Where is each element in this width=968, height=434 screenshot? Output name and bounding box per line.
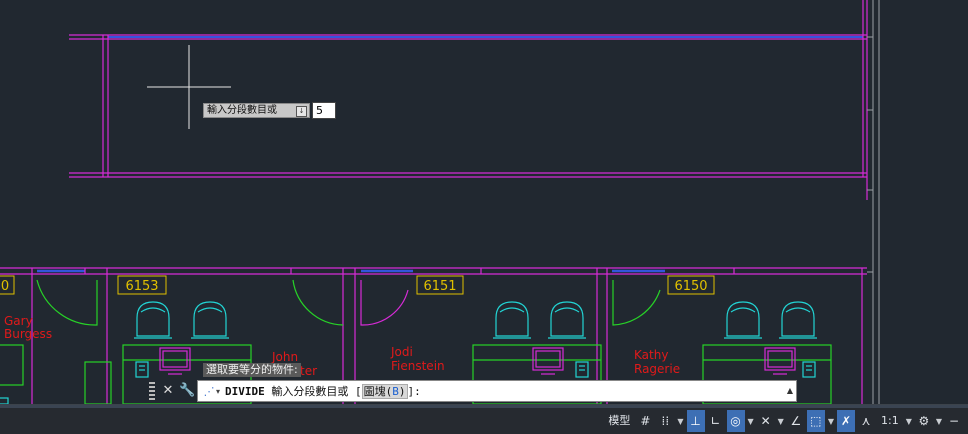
room-number: 6151 <box>423 279 456 294</box>
annotation-scale-button[interactable]: 1:1 <box>877 410 903 432</box>
command-line-grip-icon[interactable] <box>149 382 155 400</box>
grid-icon[interactable]: # <box>636 410 654 432</box>
room-tag-partial: 0 <box>0 275 15 295</box>
chair <box>193 301 227 337</box>
occupant-name: Kathy <box>634 348 668 362</box>
desk <box>0 344 24 386</box>
wall-linework <box>0 0 880 404</box>
door-swing <box>36 279 98 326</box>
chevron-up-icon[interactable]: ▲ <box>786 384 794 398</box>
occupant-name: Jodi <box>390 345 413 359</box>
room-number: 6153 <box>125 279 158 294</box>
room-tag-6150: 6150 <box>667 275 715 295</box>
door-swing <box>292 279 344 326</box>
room-tag-6151: 6151 <box>416 275 464 295</box>
room-tag-6153: 6153 <box>117 275 167 295</box>
status-bar: 模型 # ⁞⁞ ▼ ⊥ ∟ ◎ ▼ ✕ ▼ ∠ ⬚ ▼ ✗ ⋏ 1:1 ▼ ⚙ … <box>0 404 968 434</box>
chair-back <box>554 307 580 313</box>
occupant-name: Ragerie <box>634 362 680 376</box>
chevron-down-icon[interactable]: ▼ <box>677 417 683 426</box>
door-swing <box>612 280 661 326</box>
room-number: 0 <box>1 279 9 294</box>
chevron-down-icon[interactable]: ▼ <box>748 417 754 426</box>
monitor-screen <box>535 350 561 368</box>
status-bar-tools: 模型 # ⁞⁞ ▼ ⊥ ∟ ◎ ▼ ✕ ▼ ∠ ⬚ ▼ ✗ ⋏ 1:1 ▼ ⚙ … <box>603 410 964 432</box>
auto-scale-icon[interactable]: ⋏ <box>857 410 875 432</box>
occupant-name: Burgess <box>4 327 52 341</box>
chair-back <box>499 307 525 313</box>
chair-back <box>730 307 756 313</box>
occupant-name: John <box>271 350 298 364</box>
occupant-name: Fienstein <box>391 359 445 373</box>
chevron-down-icon[interactable]: ▼ <box>906 417 912 426</box>
command-input[interactable]: ⋰ ▾ DIVIDE 輸入分段數目或 [圖塊(B)]: ▲ <box>197 380 797 402</box>
door-swing <box>360 280 409 326</box>
command-option-close: ) <box>398 385 406 398</box>
drawing-canvas[interactable]: 6153 6151 6150 0 Gary Burgess John ter J… <box>0 0 968 404</box>
dynamic-input-prompt-text: 輸入分段數目或 <box>207 105 277 116</box>
dynamic-input-field[interactable]: 5 <box>312 102 336 119</box>
gear-icon[interactable]: ⚙ <box>915 410 933 432</box>
model-space-button[interactable]: 模型 <box>604 410 634 432</box>
chevron-down-icon[interactable]: ▾ <box>216 387 220 396</box>
chevron-down-icon[interactable]: ▼ <box>936 417 942 426</box>
monitor-screen <box>767 350 793 368</box>
isodraft-icon[interactable]: ✕ <box>757 410 775 432</box>
command-text: DIVIDE 輸入分段數目或 [圖塊(B)]: <box>225 383 421 399</box>
command-option-label: 圖塊( <box>363 385 393 398</box>
chair-back <box>140 307 166 313</box>
command-suffix: ]: <box>407 385 421 398</box>
infer-constraints-icon[interactable]: ⊥ <box>686 410 705 432</box>
snap-icon[interactable]: ⁞⁞ <box>656 410 674 432</box>
wrench-icon[interactable]: 🔧 <box>179 382 195 400</box>
command-history-line: 選取要等分的物件: <box>203 363 301 377</box>
minimize-icon[interactable]: − <box>945 410 963 432</box>
chair-back <box>197 307 223 313</box>
options-arrow-icon[interactable]: ↓ <box>296 106 307 117</box>
command-prompt-icon[interactable]: ⋰ <box>202 385 216 398</box>
chair <box>781 301 815 337</box>
monitor-screen <box>162 350 188 368</box>
command-prompt-text: 輸入分段數目或 [ <box>264 385 362 398</box>
close-icon[interactable]: ✕ <box>161 382 175 400</box>
object-snap-tracking-icon[interactable]: ∠ <box>787 410 805 432</box>
dynamic-input-prompt: 輸入分段數目或 ↓ <box>203 103 310 118</box>
object-snap-icon[interactable]: ⬚ <box>806 410 825 432</box>
ortho-icon[interactable]: ∟ <box>707 410 725 432</box>
command-option-key: B <box>392 385 399 398</box>
chair <box>550 301 584 337</box>
command-option-block[interactable]: 圖塊(B) <box>361 384 408 399</box>
chair <box>726 301 760 337</box>
occupant-name: ter <box>300 364 317 378</box>
chair <box>136 301 170 337</box>
status-bar-strip <box>0 405 968 408</box>
room-number: 6150 <box>674 279 707 294</box>
annotation-visibility-icon[interactable]: ✗ <box>836 410 855 432</box>
chevron-down-icon[interactable]: ▼ <box>778 417 784 426</box>
chair <box>495 301 529 337</box>
chevron-down-icon[interactable]: ▼ <box>828 417 834 426</box>
chair-back <box>785 307 811 313</box>
command-name: DIVIDE <box>225 385 265 398</box>
occupant-name: Gary <box>4 314 33 328</box>
polar-icon[interactable]: ◎ <box>726 410 745 432</box>
command-line-bar: ✕ 🔧 ⋰ ▾ DIVIDE 輸入分段數目或 [圖塊(B)]: ▲ <box>147 379 797 403</box>
